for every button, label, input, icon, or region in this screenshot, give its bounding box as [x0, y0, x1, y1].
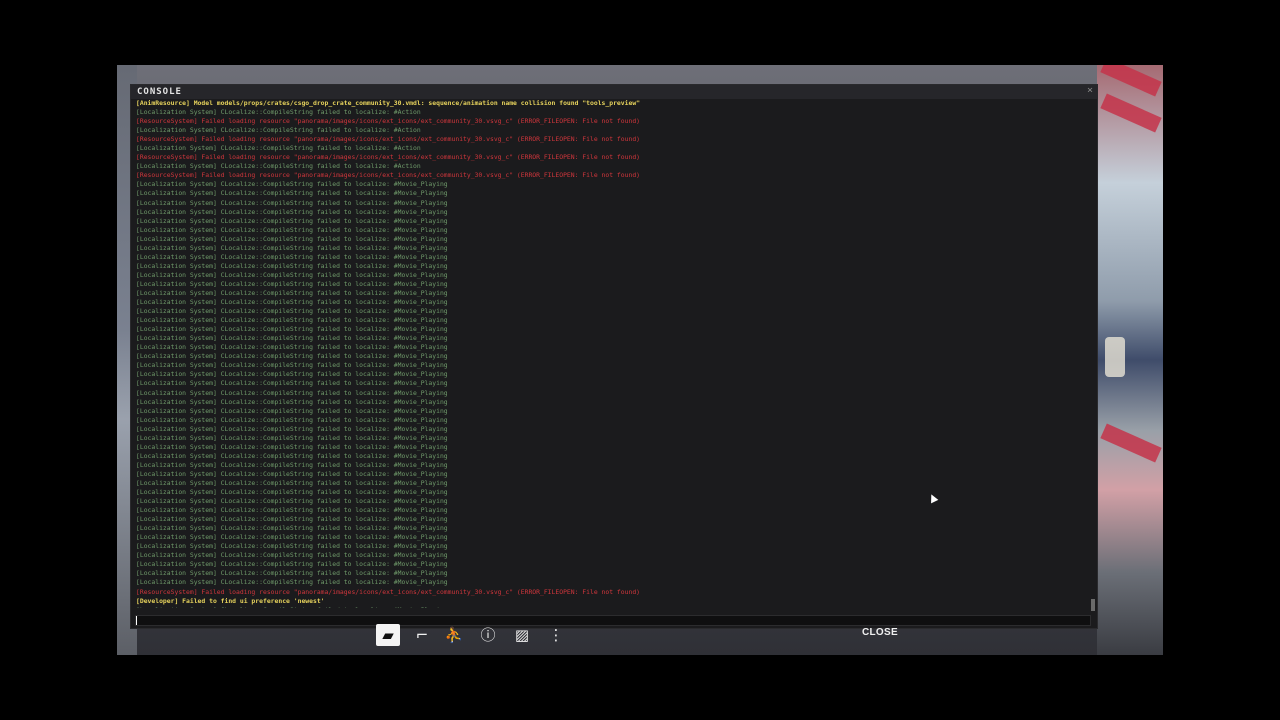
background-scene-right — [1097, 65, 1163, 655]
log-line: [Localization System] CLocalize::Compile… — [136, 261, 448, 270]
log-line: [Localization System] CLocalize::Compile… — [136, 325, 448, 334]
log-line: [Localization System] CLocalize::Compile… — [136, 433, 448, 442]
console-scrollbar[interactable] — [1091, 599, 1095, 611]
log-line: [Localization System] CLocalize::Compile… — [136, 460, 448, 469]
log-line: [AnimResource] Model models/props/crates… — [136, 99, 641, 107]
log-line: [Localization System] CLocalize::Compile… — [136, 343, 448, 352]
input-caret — [136, 616, 137, 625]
log-line: [Localization System] CLocalize::Compile… — [136, 379, 448, 388]
console-close-icon[interactable]: × — [1087, 85, 1093, 96]
log-line: [Localization System] CLocalize::Compile… — [136, 288, 448, 297]
log-line: [Localization System] CLocalize::Compile… — [136, 542, 448, 551]
log-line: [Localization System] CLocalize::Compile… — [136, 569, 448, 578]
log-line: [ResourceSystem] Failed loading resource… — [136, 171, 641, 180]
log-line: [Localization System] CLocalize::Compile… — [136, 506, 448, 515]
log-line: [Localization System] CLocalize::Compile… — [136, 361, 448, 370]
log-line: [Localization System] CLocalize::Compile… — [136, 370, 448, 379]
log-line: [Localization System] CLocalize::Compile… — [136, 397, 448, 406]
log-line: [Localization System] CLocalize::Compile… — [136, 451, 448, 460]
log-line: [ResourceSystem] Failed loading resource… — [136, 587, 641, 596]
log-line: [Localization System] CLocalize::Compile… — [136, 388, 448, 397]
log-line: [Localization System] CLocalize::Compile… — [136, 406, 448, 415]
log-line: [Localization System] CLocalize::Compile… — [136, 415, 448, 424]
log-line: [Localization System] CLocalize::Compile… — [136, 126, 421, 135]
log-line: [Localization System] CLocalize::Compile… — [136, 108, 421, 117]
background-light — [1105, 337, 1125, 377]
more-options-icon[interactable]: ⋮ — [544, 624, 568, 646]
image-tool-icon[interactable]: ▨ — [510, 624, 534, 646]
log-line: [Localization System] CLocalize::Compile… — [136, 551, 448, 560]
log-line: [Localization System] CLocalize::Compile… — [136, 606, 1088, 608]
weapon-tool-icon[interactable]: ⌐ — [410, 624, 434, 646]
background-stripe — [1100, 93, 1162, 133]
console-title: CONSOLE — [137, 87, 182, 97]
log-line: [Localization System] CLocalize::Compile… — [136, 578, 448, 587]
background-stripe — [1100, 65, 1162, 97]
log-line: [ResourceSystem] Failed loading resource… — [136, 135, 641, 144]
close-button[interactable]: CLOSE — [862, 627, 898, 638]
console-command-input[interactable] — [135, 615, 1091, 626]
log-line: [ResourceSystem] Failed loading resource… — [136, 117, 641, 126]
log-line: [Localization System] CLocalize::Compile… — [136, 497, 448, 506]
console-window: CONSOLE × [AnimResource] Model models/pr… — [130, 84, 1098, 629]
inventory-tool-icon[interactable]: ▰ — [376, 624, 400, 646]
log-line: [Localization System] CLocalize::Compile… — [136, 316, 448, 325]
log-line: [Localization System] CLocalize::Compile… — [136, 207, 448, 216]
console-log[interactable]: [AnimResource] Model models/props/crates… — [136, 99, 1088, 608]
log-line: [Localization System] CLocalize::Compile… — [136, 279, 448, 288]
info-tool-icon[interactable]: ⓘ — [476, 624, 500, 646]
log-line: [Localization System] CLocalize::Compile… — [136, 189, 448, 198]
log-line: [Localization System] CLocalize::Compile… — [136, 524, 448, 533]
log-line: [ResourceSystem] Failed loading resource… — [136, 153, 641, 162]
log-line: [Localization System] CLocalize::Compile… — [136, 198, 448, 207]
background-stripe — [1100, 423, 1162, 463]
log-line: [Localization System] CLocalize::Compile… — [136, 560, 448, 569]
log-line: [Localization System] CLocalize::Compile… — [136, 515, 448, 524]
character-tool-icon[interactable]: ⛹ — [442, 624, 466, 646]
log-line: [Localization System] CLocalize::Compile… — [136, 424, 448, 433]
log-line: [Localization System] CLocalize::Compile… — [136, 180, 448, 189]
log-line: [Localization System] CLocalize::Compile… — [136, 469, 448, 478]
log-line: [Localization System] CLocalize::Compile… — [136, 488, 448, 497]
log-line: [Localization System] CLocalize::Compile… — [136, 162, 421, 171]
log-line: [Localization System] CLocalize::Compile… — [136, 478, 448, 487]
console-titlebar[interactable]: CONSOLE × — [131, 85, 1097, 99]
log-line: [Localization System] CLocalize::Compile… — [136, 270, 448, 279]
log-line: [Localization System] CLocalize::Compile… — [136, 334, 448, 343]
log-line: [Localization System] CLocalize::Compile… — [136, 442, 448, 451]
log-line: [Localization System] CLocalize::Compile… — [136, 298, 448, 307]
log-line: [Developer] Failed to find ui preference… — [136, 596, 325, 605]
log-line: [Localization System] CLocalize::Compile… — [136, 234, 448, 243]
log-line: [Localization System] CLocalize::Compile… — [136, 225, 448, 234]
log-line: [Localization System] CLocalize::Compile… — [136, 307, 448, 316]
log-line: [Localization System] CLocalize::Compile… — [136, 352, 448, 361]
log-line: [Localization System] CLocalize::Compile… — [136, 144, 421, 153]
log-line: [Localization System] CLocalize::Compile… — [136, 216, 448, 225]
log-line: [Localization System] CLocalize::Compile… — [136, 533, 448, 542]
log-line: [Localization System] CLocalize::Compile… — [136, 252, 448, 261]
log-line: [Localization System] CLocalize::Compile… — [136, 243, 448, 252]
